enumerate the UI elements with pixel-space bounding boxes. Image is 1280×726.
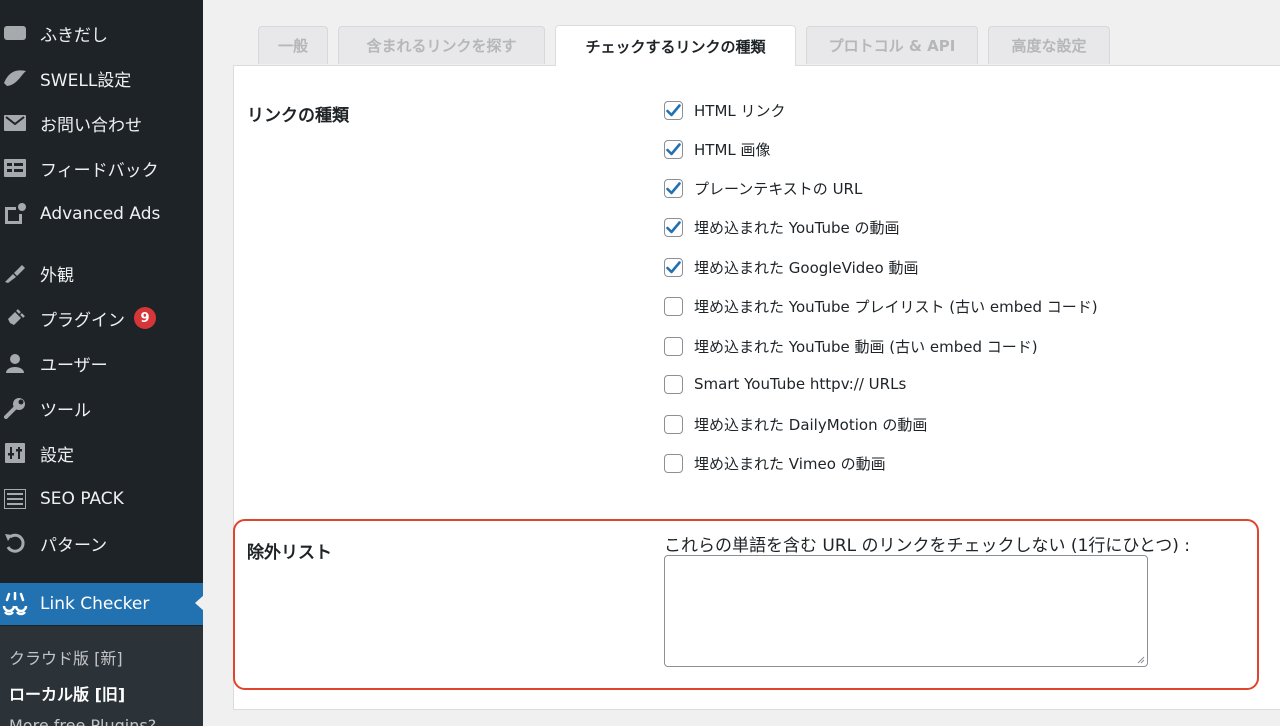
checkbox-label: 埋め込まれた YouTube 動画 (古い embed コード) [694, 337, 1038, 356]
sidebar-item-contact[interactable]: お問い合わせ [0, 103, 203, 143]
sidebar-item-label: 設定 [40, 445, 74, 466]
sidebar-item-patterns[interactable]: パターン [0, 523, 203, 563]
checkbox-label: HTML 画像 [694, 140, 771, 159]
seo-list-icon [0, 487, 30, 511]
checkbox-row-dailymotion[interactable]: 埋め込まれた DailyMotion の動画 [664, 413, 927, 435]
sidebar-item-label: SEO PACK [40, 489, 124, 509]
sidebar-item-fukidashi[interactable]: ふきだし [0, 13, 203, 53]
sidebar-item-label: SWELL設定 [40, 70, 132, 91]
sidebar-item-label: プラグイン [40, 310, 125, 331]
settings-sliders-icon [0, 441, 30, 465]
speech-bubble-icon [0, 21, 30, 45]
sidebar-item-swell-settings[interactable]: SWELL設定 [0, 58, 203, 98]
plugin-icon [0, 306, 30, 330]
sidebar-item-label: Advanced Ads [40, 204, 161, 224]
checkbox-label: 埋め込まれた YouTube の動画 [694, 218, 900, 237]
feedback-list-icon [0, 156, 30, 180]
checkbox-label: 埋め込まれた DailyMotion の動画 [694, 415, 928, 434]
checkbox-row-html-link[interactable]: HTML リンク [664, 99, 786, 121]
checkbox-label: 埋め込まれた GoogleVideo 動画 [694, 258, 919, 277]
checkbox[interactable] [664, 414, 683, 434]
tab-link-types[interactable]: チェックするリンクの種類 [555, 25, 796, 66]
checkbox-row-vimeo[interactable]: 埋め込まれた Vimeo の動画 [664, 452, 886, 474]
sidebar-item-label: Link Checker [40, 594, 150, 614]
checkbox[interactable] [664, 217, 683, 237]
sidebar-item-plugins[interactable]: プラグイン 9 [0, 298, 203, 338]
submenu-item-local-version[interactable]: ローカル版 [旧] [9, 681, 125, 705]
wrench-icon [0, 396, 30, 420]
mail-icon [0, 111, 30, 135]
checkbox[interactable] [664, 374, 683, 394]
checkbox-label: Smart YouTube httpv:// URLs [694, 375, 907, 393]
user-icon [0, 351, 30, 375]
checkbox-row-googlevideo[interactable]: 埋め込まれた GoogleVideo 動画 [664, 256, 918, 278]
sidebar-item-label: パターン [40, 535, 108, 556]
checkbox-row-youtube-playlist-old[interactable]: 埋め込まれた YouTube プレイリスト (古い embed コード) [664, 295, 1098, 317]
checkbox[interactable] [664, 100, 683, 120]
resize-grip-icon[interactable] [1135, 654, 1145, 664]
checkbox-row-youtube-video-old[interactable]: 埋め込まれた YouTube 動画 (古い embed コード) [664, 335, 1038, 357]
tab-included-links[interactable]: 含まれるリンクを探す [338, 26, 545, 64]
exclusion-list-textarea[interactable] [664, 555, 1148, 667]
checkbox[interactable] [664, 336, 683, 356]
admin-sidebar: ふきだし SWELL設定 お問い合わせ フィードバック Advanced Ads… [0, 0, 203, 726]
undo-arrow-icon [0, 531, 30, 555]
exclusion-description: これらの単語を含む URL のリンクをチェックしない (1行にひとつ) : [664, 536, 1190, 556]
link-checker-icon [0, 592, 30, 616]
checkbox-row-smart-youtube[interactable]: Smart YouTube httpv:// URLs [664, 373, 906, 395]
paint-brush-icon [0, 261, 30, 285]
checkbox-label: プレーンテキストの URL [694, 179, 863, 198]
sidebar-item-label: ツール [40, 400, 91, 421]
checkbox-row-html-image[interactable]: HTML 画像 [664, 138, 771, 160]
sidebar-item-label: 外観 [40, 265, 74, 286]
tab-general[interactable]: 一般 [258, 26, 328, 64]
checkbox[interactable] [664, 178, 683, 198]
checkbox-label: HTML リンク [694, 101, 786, 120]
tab-protocols-api[interactable]: プロトコル & API [806, 26, 978, 64]
exclusion-list-label: 除外リスト [247, 543, 332, 563]
submenu-background [0, 626, 203, 726]
checkbox-row-youtube-video[interactable]: 埋め込まれた YouTube の動画 [664, 216, 900, 238]
sidebar-item-appearance[interactable]: 外観 [0, 253, 203, 293]
submenu-item-more-free-plugins[interactable]: More free Plugins? [9, 716, 156, 726]
sidebar-item-seo-pack[interactable]: SEO PACK [0, 479, 203, 519]
sidebar-item-users[interactable]: ユーザー [0, 343, 203, 383]
advanced-ads-icon [0, 202, 30, 226]
submenu-item-cloud-version[interactable]: クラウド版 [新] [9, 645, 123, 669]
checkbox[interactable] [664, 453, 683, 473]
checkbox[interactable] [664, 296, 683, 316]
checkbox[interactable] [664, 257, 683, 277]
checkbox-label: 埋め込まれた YouTube プレイリスト (古い embed コード) [694, 297, 1098, 316]
sidebar-item-advanced-ads[interactable]: Advanced Ads [0, 194, 203, 234]
tab-advanced-settings[interactable]: 高度な設定 [988, 26, 1110, 64]
sidebar-item-label: フィードバック [40, 160, 159, 181]
sidebar-item-tools[interactable]: ツール [0, 388, 203, 428]
sidebar-item-feedback[interactable]: フィードバック [0, 148, 203, 188]
sidebar-item-link-checker[interactable]: Link Checker [0, 583, 203, 625]
plugin-update-count-badge: 9 [134, 307, 156, 329]
sidebar-item-label: お問い合わせ [40, 115, 142, 136]
sidebar-item-settings[interactable]: 設定 [0, 433, 203, 473]
checkbox-label: 埋め込まれた Vimeo の動画 [694, 454, 886, 473]
sidebar-item-label: ユーザー [40, 355, 108, 376]
link-types-label: リンクの種類 [247, 106, 349, 126]
checkbox-row-plaintext-url[interactable]: プレーンテキストの URL [664, 177, 862, 199]
swell-wave-icon [0, 66, 30, 90]
checkbox[interactable] [664, 139, 683, 159]
sidebar-item-label: ふきだし [40, 25, 108, 46]
